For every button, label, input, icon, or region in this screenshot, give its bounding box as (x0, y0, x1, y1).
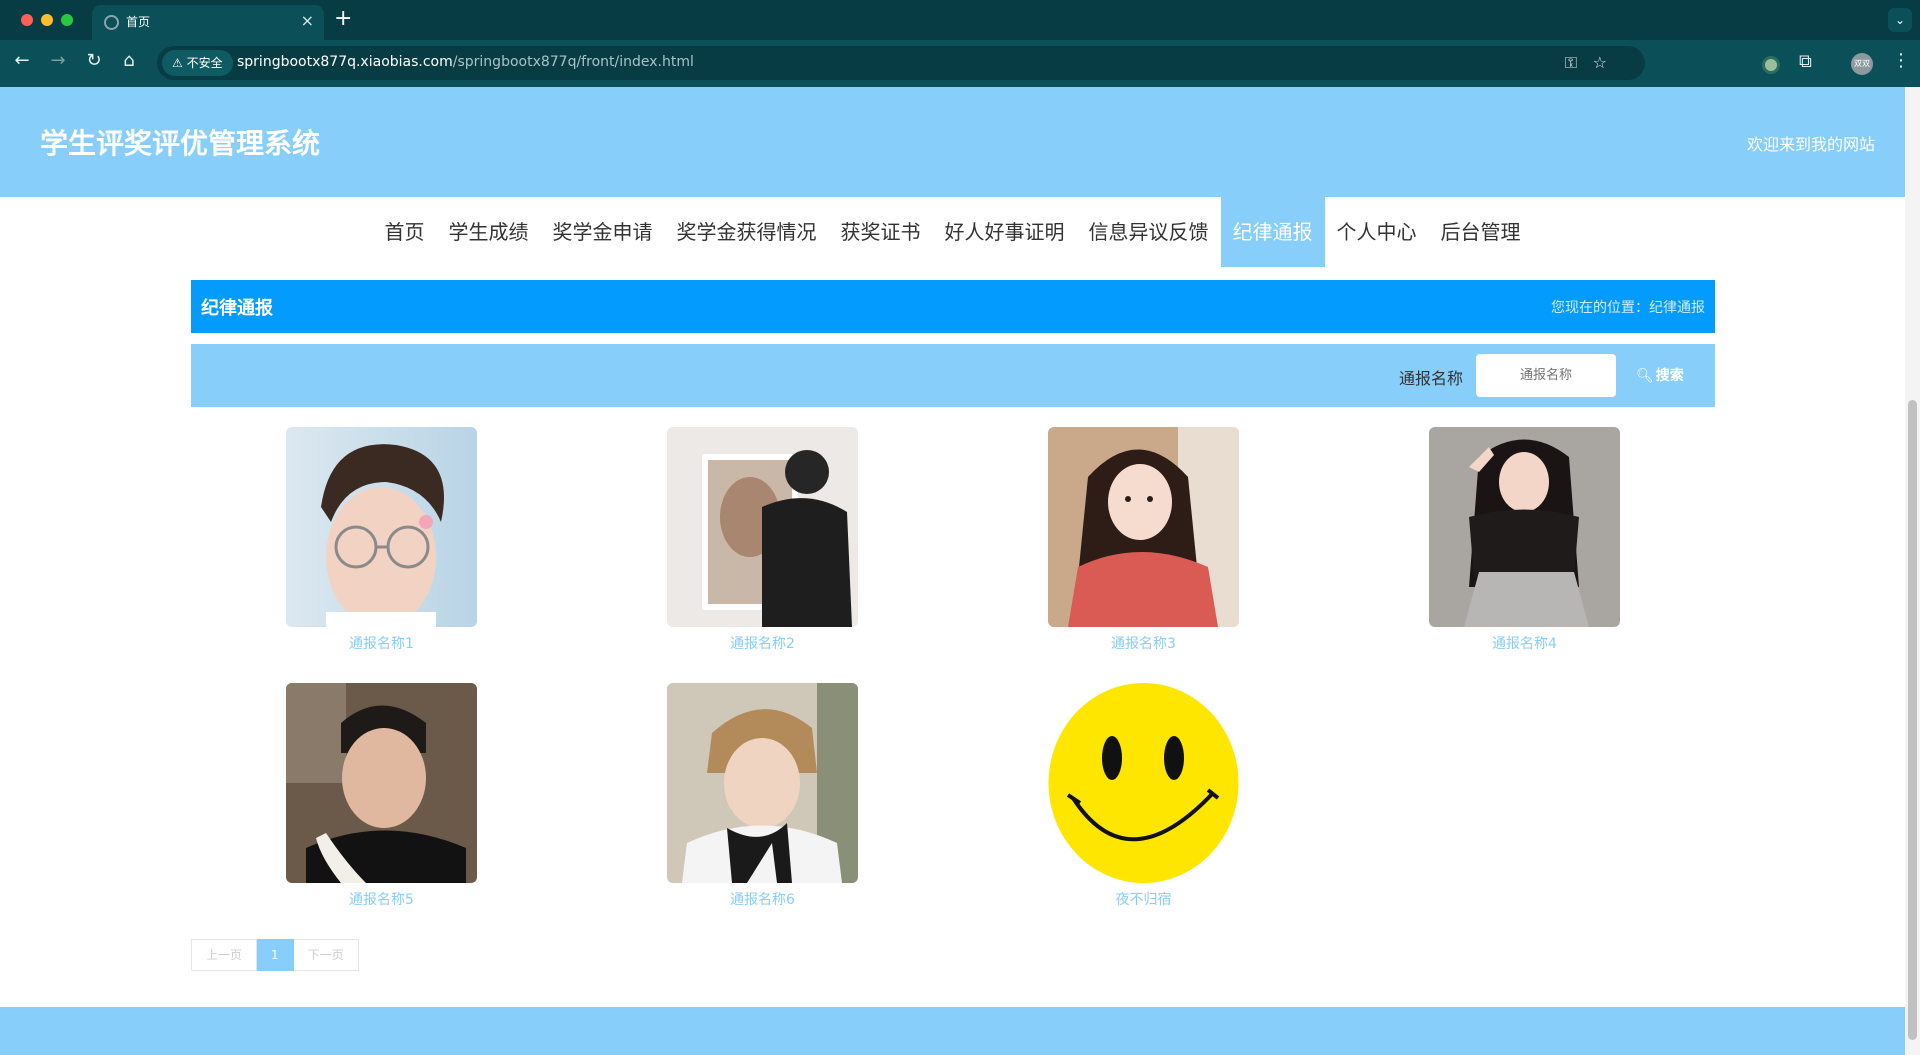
thumbnail-image[interactable] (286, 683, 477, 883)
tab-close-icon[interactable]: × (301, 11, 314, 30)
list-item[interactable]: 通报名称3 (1048, 427, 1239, 653)
site-header: 学生评奖评优管理系统 欢迎来到我的网站 (0, 87, 1905, 197)
thumbnail-image[interactable] (1429, 427, 1620, 627)
thumbnail-image[interactable] (667, 683, 858, 883)
search-bar: 通报名称 🔍︎搜索 (191, 344, 1715, 407)
url-text[interactable]: springbootx877q.xiaobias.com/springbootx… (237, 54, 694, 70)
close-window-button[interactable] (21, 14, 33, 26)
nav-item[interactable]: 好人好事证明 (933, 197, 1077, 267)
puzzle-extensions-icon[interactable]: ⧉ (1799, 51, 1812, 72)
nav-item[interactable]: 首页 (373, 197, 437, 267)
search-label: 通报名称 (1399, 369, 1464, 388)
site-footer (0, 1007, 1905, 1055)
forward-arrow-icon[interactable]: → (46, 50, 70, 71)
scrollbar-thumb[interactable] (1908, 400, 1917, 1040)
search-input[interactable] (1476, 354, 1616, 397)
maximize-window-button[interactable] (61, 14, 73, 26)
main-nav: 首页 学生成绩 奖学金申请 奖学金获得情况 获奖证书 好人好事证明 信息异议反馈 纪律通报 个人… (0, 197, 1905, 267)
welcome-text: 欢迎来到我的网站 (1746, 135, 1875, 154)
nav-item[interactable]: 奖学金申请 (541, 197, 665, 267)
search-button-label: 搜索 (1655, 368, 1684, 384)
minimize-window-button[interactable] (41, 14, 53, 26)
list-item[interactable]: 通报名称4 (1429, 427, 1620, 653)
section-title: 纪律通报 (201, 298, 273, 319)
profile-avatar[interactable]: 双双 (1851, 53, 1873, 75)
password-key-icon[interactable]: ⚿ (1565, 53, 1577, 73)
thumbnail-image[interactable] (1048, 427, 1239, 627)
browser-tab[interactable]: 首页 × (92, 5, 324, 40)
url-host: springbootx877q.xiaobias.com (237, 54, 453, 70)
next-page-button[interactable]: 下一页 (293, 939, 359, 971)
globe-icon (104, 15, 119, 30)
extension-icon[interactable] (1762, 56, 1780, 74)
back-arrow-icon[interactable]: ← (10, 50, 34, 71)
nav-item[interactable]: 学生成绩 (437, 197, 541, 267)
card-title[interactable]: 夜不归宿 (1048, 889, 1239, 909)
bookmark-star-icon[interactable]: ☆ (1593, 53, 1607, 72)
search-icon: 🔍︎ (1636, 368, 1654, 384)
thumbnail-image[interactable] (286, 427, 477, 627)
card-title[interactable]: 通报名称2 (667, 633, 858, 653)
card-title[interactable]: 通报名称5 (286, 889, 477, 909)
site-title: 学生评奖评优管理系统 (40, 127, 321, 160)
card-title[interactable]: 通报名称6 (667, 889, 858, 909)
tab-title: 首页 (126, 15, 151, 29)
list-item[interactable]: 通报名称5 (286, 683, 477, 909)
nav-item[interactable]: 后台管理 (1429, 197, 1533, 267)
not-secure-badge[interactable]: ⚠ 不安全 (162, 50, 233, 76)
search-button[interactable]: 🔍︎ 搜索 (1636, 365, 1684, 385)
address-bar[interactable]: ⚠ 不安全 springbootx877q.xiaobias.com/sprin… (157, 46, 1645, 80)
card-title[interactable]: 通报名称1 (286, 633, 477, 653)
card-title[interactable]: 通报名称3 (1048, 633, 1239, 653)
nav-item[interactable]: 奖学金获得情况 (665, 197, 829, 267)
nav-item[interactable]: 获奖证书 (829, 197, 933, 267)
page-viewport: 学生评奖评优管理系统 欢迎来到我的网站 首页 学生成绩 奖学金申请 奖学金获得情况 获奖… (0, 87, 1905, 1055)
tab-search-chevron-icon[interactable]: ⌄ (1888, 8, 1912, 32)
nav-item[interactable]: 纪律通报 (1220, 197, 1325, 267)
browser-toolbar: ← → ↻ ⌂ ⚠ 不安全 springbootx877q.xiaobias.c… (0, 40, 1920, 87)
reload-icon[interactable]: ↻ (82, 50, 106, 71)
home-icon[interactable]: ⌂ (117, 50, 141, 71)
list-item[interactable]: 夜不归宿 (1048, 683, 1239, 909)
list-item[interactable]: 通报名称1 (286, 427, 477, 653)
breadcrumb: 您现在的位置：纪律通报 (1551, 300, 1705, 316)
thumbnail-image[interactable] (667, 427, 858, 627)
page-number-button[interactable]: 1 (257, 939, 294, 971)
url-path: /springbootx877q/front/index.html (452, 54, 694, 70)
new-tab-button[interactable]: + (334, 6, 352, 31)
smiley-image[interactable] (1048, 683, 1239, 883)
more-menu-icon[interactable]: ⋮ (1892, 50, 1910, 71)
breadcrumb-bar: 纪律通报 您现在的位置：纪律通报 (191, 280, 1715, 333)
nav-item[interactable]: 信息异议反馈 (1077, 197, 1221, 267)
list-item[interactable]: 通报名称2 (667, 427, 858, 653)
card-title[interactable]: 通报名称4 (1429, 633, 1620, 653)
prev-page-button[interactable]: 上一页 (191, 939, 258, 971)
nav-item[interactable]: 个人中心 (1325, 197, 1429, 267)
list-item[interactable]: 通报名称6 (667, 683, 858, 909)
browser-tab-bar: 首页 × + ⌄ (0, 0, 1920, 40)
pagination: 上一页 1 下一页 (191, 939, 359, 971)
